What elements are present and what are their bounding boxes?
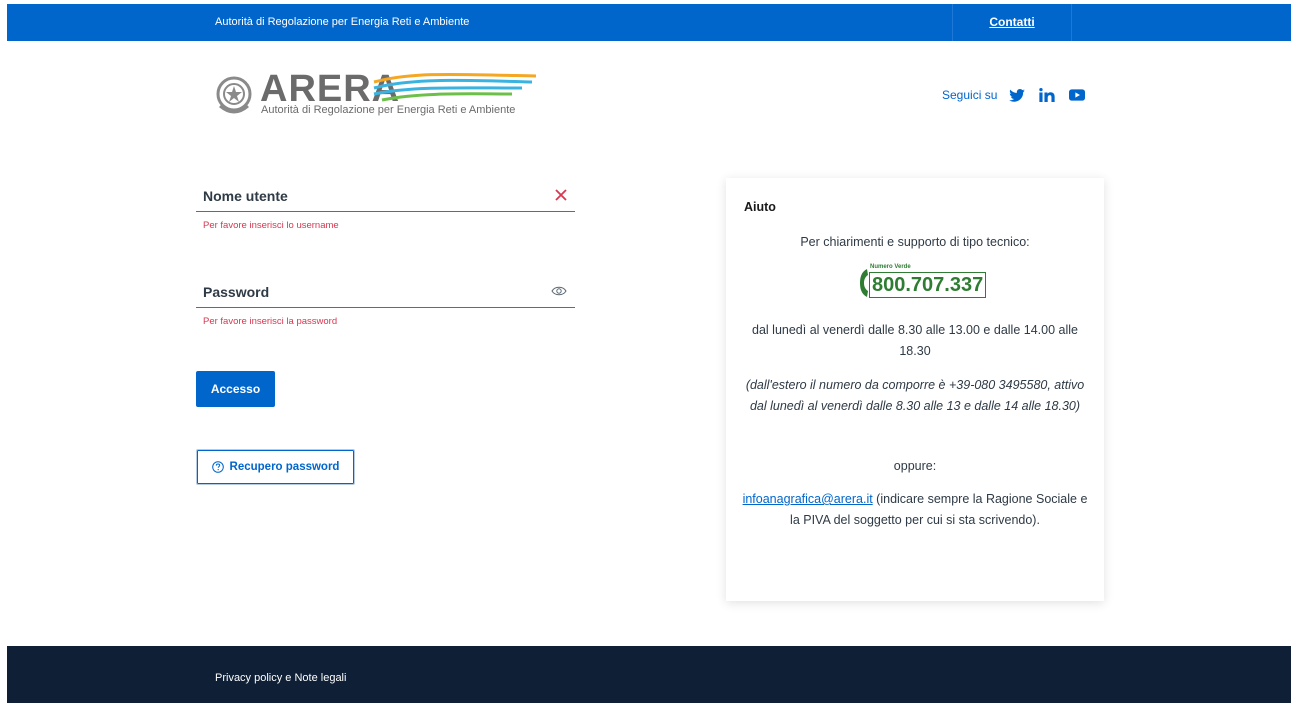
youtube-icon[interactable] bbox=[1069, 89, 1086, 101]
social-label: Seguici su bbox=[942, 88, 998, 102]
contact-box: Contatti bbox=[952, 4, 1072, 41]
contact-link[interactable]: Contatti bbox=[953, 15, 1071, 29]
email-link[interactable]: infoanagrafica@arera.it bbox=[743, 492, 873, 506]
recover-password-button[interactable]: Recupero password bbox=[196, 449, 355, 485]
arera-logo[interactable]: ARERA Autorità di Regolazione per Energi… bbox=[214, 68, 544, 124]
help-circle-icon bbox=[211, 461, 224, 473]
clear-icon[interactable] bbox=[555, 188, 567, 206]
numero-verde-badge: Numero Verde 800.707.337 bbox=[857, 262, 987, 302]
password-field[interactable]: Password bbox=[196, 278, 575, 308]
help-title: Aiuto bbox=[744, 200, 776, 214]
privacy-link[interactable]: Privacy policy e Note legali bbox=[215, 672, 346, 684]
social-links: Seguici su bbox=[942, 87, 1099, 103]
or-text: oppure: bbox=[893, 459, 937, 473]
username-error: Per favore inserisci lo username bbox=[203, 220, 339, 231]
numero-verde-tag: Numero Verde bbox=[870, 264, 911, 270]
org-name: Autorità di Regolazione per Energia Reti… bbox=[215, 16, 470, 28]
phone-number: 800.707.337 bbox=[869, 272, 987, 298]
logo-subtitle: Autorità di Regolazione per Energia Reti… bbox=[261, 104, 516, 116]
eye-icon[interactable] bbox=[551, 284, 567, 302]
waves-icon bbox=[373, 72, 537, 102]
password-error: Per favore inserisci la password bbox=[203, 316, 338, 327]
recover-password-label: Recupero password bbox=[229, 461, 340, 473]
support-text: Per chiarimenti e supporto di tipo tecni… bbox=[800, 235, 1030, 249]
hours-text: dal lunedì al venerdì dalle 8.30 alle 13… bbox=[752, 323, 1078, 358]
footer: Privacy policy e Note legali bbox=[7, 646, 1291, 703]
top-bar: Autorità di Regolazione per Energia Reti… bbox=[7, 4, 1291, 41]
email-text: infoanagrafica@arera.it (indicare sempre… bbox=[742, 489, 1088, 531]
phone-handset-icon bbox=[860, 269, 868, 297]
linkedin-icon[interactable] bbox=[1039, 88, 1056, 102]
emblem-icon bbox=[216, 76, 252, 114]
username-field[interactable]: Nome utente bbox=[196, 182, 575, 212]
twitter-icon[interactable] bbox=[1009, 88, 1026, 102]
access-button[interactable]: Accesso bbox=[196, 371, 275, 407]
international-text: (dall'estero il numero da comporre è +39… bbox=[745, 378, 1085, 413]
help-panel: Aiuto Per chiarimenti e supporto di tipo… bbox=[726, 178, 1104, 601]
username-label: Nome utente bbox=[203, 188, 288, 204]
password-label: Password bbox=[203, 284, 270, 300]
